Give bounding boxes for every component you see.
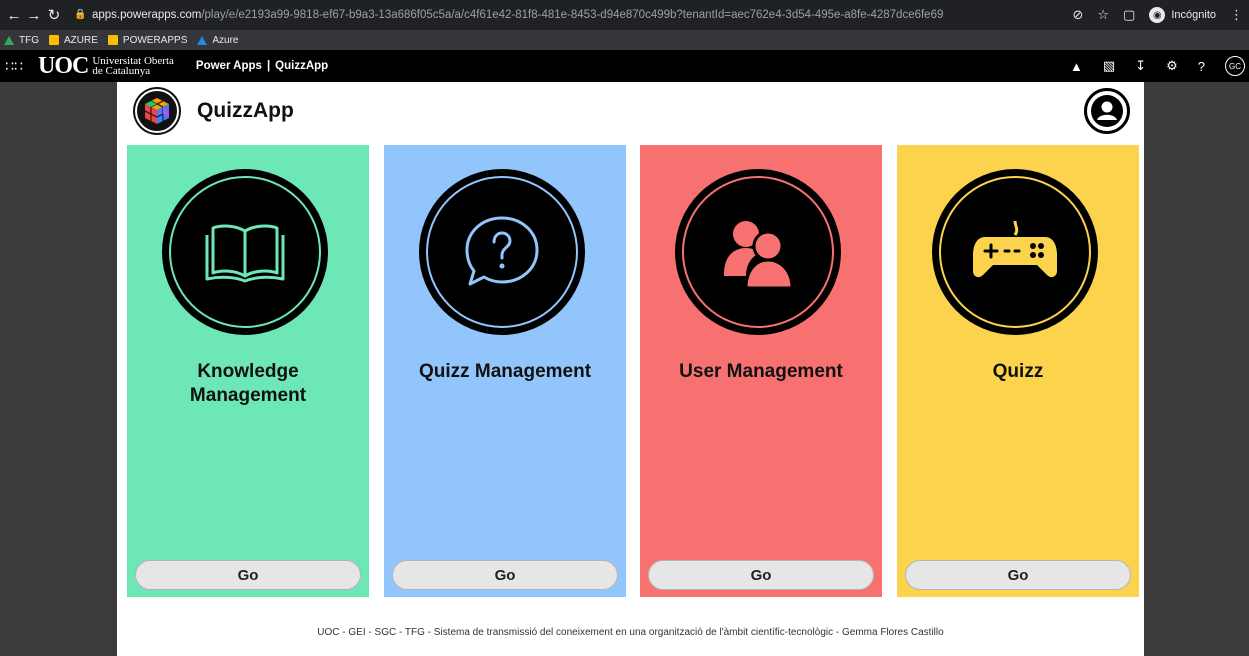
- powerapps-header: ∷∷ UOC Universitat Oberta de Catalunya P…: [0, 50, 1249, 82]
- app-header: QuizzApp: [117, 82, 1144, 142]
- breadcrumb-separator: |: [266, 60, 271, 72]
- url-path: /play/e/e2193a99-9818-ef67-b9a3-13a686f0…: [201, 9, 944, 21]
- powerapps-breadcrumb: Power Apps | QuizzApp: [196, 60, 328, 72]
- tile-knowledge-management: Knowledge Management Go: [127, 145, 369, 597]
- app-title: QuizzApp: [197, 99, 294, 122]
- rubik-cube-logo-icon: [135, 89, 179, 133]
- tile-quizz-management: Quizz Management Go: [384, 145, 626, 597]
- tile-grid: Knowledge Management Go Quizz Management…: [117, 145, 1144, 597]
- lock-icon: 🔒: [74, 9, 87, 20]
- download-icon[interactable]: ↧: [1135, 58, 1146, 74]
- forward-arrow-icon[interactable]: →: [24, 4, 44, 26]
- question-bubble-icon: [465, 216, 539, 286]
- app-name: QuizzApp: [275, 60, 329, 72]
- browser-toolbar: ← → ↻ 🔒 apps.powerapps.com/play/e/e2193a…: [0, 0, 1249, 30]
- tile-icon-circle: [935, 172, 1095, 332]
- tile-label: Quizz: [992, 361, 1044, 382]
- help-icon[interactable]: ?: [1198, 59, 1205, 74]
- profile-button[interactable]: [1084, 88, 1130, 134]
- bookmark-label: AZURE: [64, 34, 98, 46]
- sidebar-toggle-icon[interactable]: ▢: [1123, 7, 1135, 23]
- tile-user-management: User Management Go: [640, 145, 882, 597]
- bookmark-label: Azure: [212, 34, 239, 46]
- url-host: apps.powerapps.com: [92, 9, 202, 21]
- incognito-icon: ◉: [1149, 7, 1166, 23]
- incognito-label: Incógnito: [1171, 9, 1216, 21]
- reload-icon[interactable]: ↻: [44, 4, 64, 26]
- go-button-quizz-management[interactable]: Go: [392, 560, 618, 590]
- bookmark-label: POWERAPPS: [122, 34, 188, 46]
- tile-quizz: Quizz Go: [897, 145, 1139, 597]
- users-icon: [724, 221, 794, 290]
- tile-icon-circle: [678, 172, 838, 332]
- uoc-mark: UOC: [38, 53, 89, 79]
- bookmark-tfg[interactable]: TFG: [4, 35, 39, 46]
- app-launcher-icon[interactable]: ∷∷: [0, 50, 28, 82]
- back-arrow-icon[interactable]: ←: [4, 4, 24, 26]
- folder-icon: [49, 35, 59, 45]
- bookmark-label: TFG: [19, 34, 39, 46]
- go-button-knowledge-management[interactable]: Go: [135, 560, 361, 590]
- gamepad-icon: [973, 220, 1057, 278]
- eye-slash-icon[interactable]: ⊘: [1072, 7, 1083, 23]
- settings-gear-icon[interactable]: ⚙: [1166, 58, 1178, 74]
- uoc-name: Universitat Oberta de Catalunya: [92, 56, 174, 77]
- tile-label: Knowledge Management: [189, 361, 307, 406]
- bookmark-azure[interactable]: Azure: [197, 34, 239, 46]
- teams-icon[interactable]: ▲: [1070, 59, 1083, 74]
- uoc-logo: UOC Universitat Oberta de Catalunya: [38, 52, 174, 80]
- drive-icon: [4, 35, 14, 45]
- fullscreen-icon[interactable]: ▧: [1103, 58, 1115, 74]
- app-canvas: QuizzApp Knowledge Management Go Quizz M…: [117, 82, 1144, 656]
- incognito-indicator[interactable]: ◉ Incógnito: [1149, 7, 1216, 23]
- book-icon: [205, 224, 285, 283]
- more-menu-icon[interactable]: ⋮: [1230, 7, 1243, 23]
- bookmark-powerapps[interactable]: POWERAPPS: [107, 34, 188, 46]
- uoc-name-line2: de Catalunya: [92, 65, 151, 77]
- user-profile-icon: [1091, 95, 1123, 127]
- go-button-user-management[interactable]: Go: [648, 560, 874, 590]
- folder-icon: [107, 35, 118, 45]
- go-button-quizz[interactable]: Go: [905, 560, 1131, 590]
- bookmark-azure-folder[interactable]: AZURE: [49, 35, 98, 46]
- address-bar[interactable]: 🔒 apps.powerapps.com/play/e/e2193a99-981…: [74, 9, 974, 21]
- bookmarks-bar: TFG AZURE POWERAPPS Azure: [0, 30, 1249, 50]
- tile-label: User Management: [679, 361, 843, 382]
- tile-icon-circle: [165, 172, 325, 332]
- product-name: Power Apps: [195, 60, 262, 72]
- star-icon[interactable]: ☆: [1097, 7, 1109, 23]
- app-footer: UOC - GEI - SGC - TFG - Sistema de trans…: [317, 627, 944, 638]
- user-avatar[interactable]: GC: [1225, 56, 1245, 76]
- tile-icon-circle: [422, 172, 582, 332]
- azure-icon: [197, 35, 208, 45]
- tile-label: Quizz Management: [418, 361, 592, 382]
